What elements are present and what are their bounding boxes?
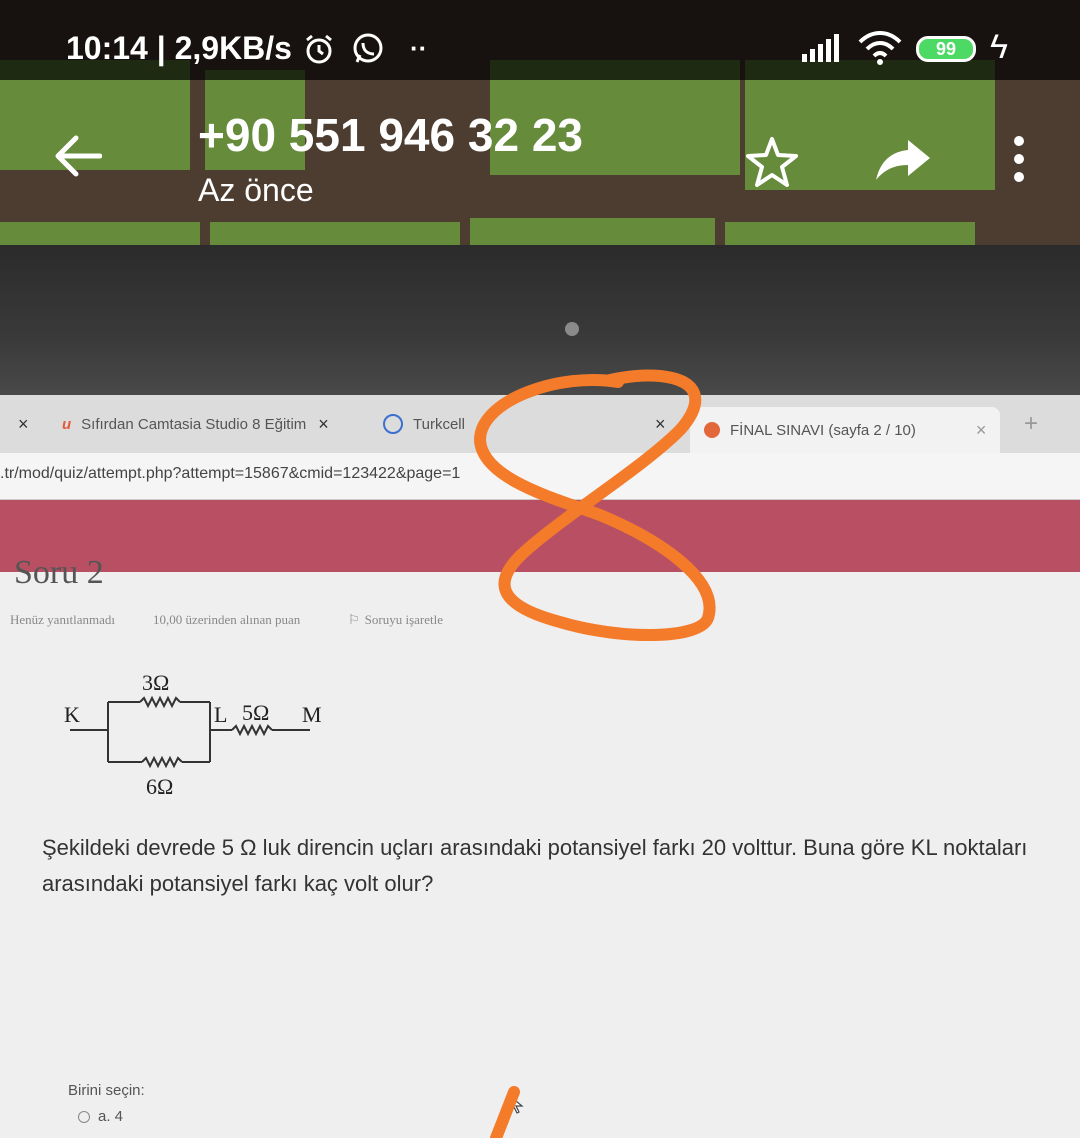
status-left: 10:14 | 2,9KB/s ··	[66, 30, 427, 67]
signal-icon	[802, 34, 839, 62]
annotation-stroke	[490, 1086, 520, 1138]
battery-level: 99	[935, 38, 957, 59]
overflow-menu-icon[interactable]	[1010, 134, 1028, 184]
status-bar: 10:14 | 2,9KB/s ·· 99 ϟ	[0, 0, 1080, 80]
back-arrow-icon[interactable]	[52, 134, 102, 178]
whatsapp-icon	[353, 33, 383, 63]
battery-icon: 99	[916, 36, 976, 62]
timestamp: Az önce	[198, 172, 314, 208]
share-icon[interactable]	[874, 138, 932, 182]
time-and-speed: 10:14 | 2,9KB/s	[66, 30, 292, 66]
wifi-icon	[858, 31, 902, 65]
star-icon[interactable]	[745, 136, 799, 188]
more-dots-icon: ··	[409, 33, 428, 63]
contact-phone-number: +90 551 946 32 23	[198, 109, 583, 161]
annotation-stroke	[473, 369, 716, 642]
app-bar: +90 551 946 32 23 Az önce	[0, 80, 1080, 245]
alarm-icon	[306, 34, 332, 63]
charging-icon: ϟ	[990, 28, 1008, 66]
